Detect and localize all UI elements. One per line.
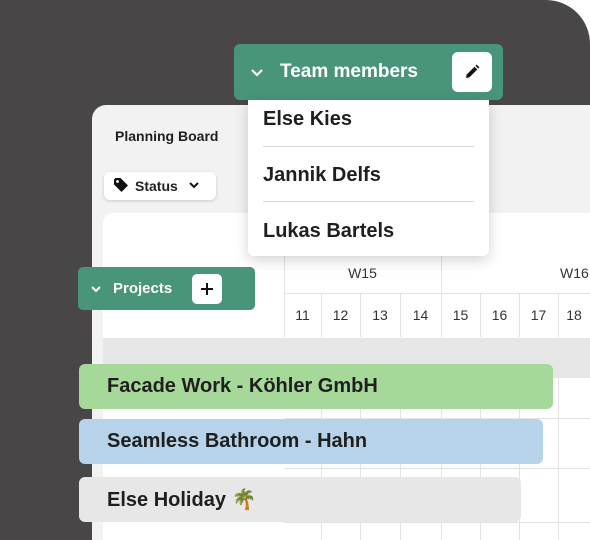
day-label: 15 [452,307,469,323]
week-label: W16 [560,265,589,281]
team-members-dropdown: Else Kies Jannik Delfs Lukas Bartels [248,100,489,256]
edit-team-button[interactable] [452,52,492,92]
team-member-item[interactable]: Else Kies [263,108,352,131]
day-label: 12 [332,307,349,323]
project-bar-label: Seamless Bathroom - Hahn [107,430,368,452]
week-label: W15 [348,265,377,281]
pencil-icon [463,63,481,81]
tag-icon [113,177,129,196]
grid-line [558,378,559,540]
team-members-label: Team members [280,61,418,82]
chevron-down-icon [90,283,102,295]
team-member-item[interactable]: Jannik Delfs [263,164,381,187]
day-label: 16 [491,307,508,323]
divider [263,146,474,147]
day-label: 14 [412,307,429,323]
grid-line [284,468,590,469]
team-member-item[interactable]: Lukas Bartels [263,220,394,243]
plus-icon [200,282,214,296]
projects-header[interactable]: Projects [78,267,255,310]
day-label: 13 [372,307,388,323]
project-bar-facade[interactable]: Facade Work - Köhler GmbH [79,364,553,409]
day-label: 18 [566,307,582,323]
project-bar-holiday[interactable]: Else Holiday 🌴 [79,477,521,522]
status-filter-label: Status [135,178,178,194]
projects-label: Projects [113,280,173,297]
project-bar-bathroom[interactable]: Seamless Bathroom - Hahn [79,419,543,464]
grid-line [284,522,590,523]
day-label: 11 [295,307,310,323]
status-filter-button[interactable]: Status [104,172,216,200]
stage: Planning Board Status W15 W16 11 12 13 1… [0,0,590,540]
day-label: 17 [530,307,547,323]
project-bar-label: Else Holiday 🌴 [107,489,257,511]
chevron-down-icon [250,65,264,79]
add-project-button[interactable] [192,274,222,304]
project-bar-label: Facade Work - Köhler GmbH [107,375,378,397]
divider [263,201,474,202]
page-title: Planning Board [115,128,219,144]
grid-line [284,293,590,294]
chevron-down-icon [188,178,200,194]
